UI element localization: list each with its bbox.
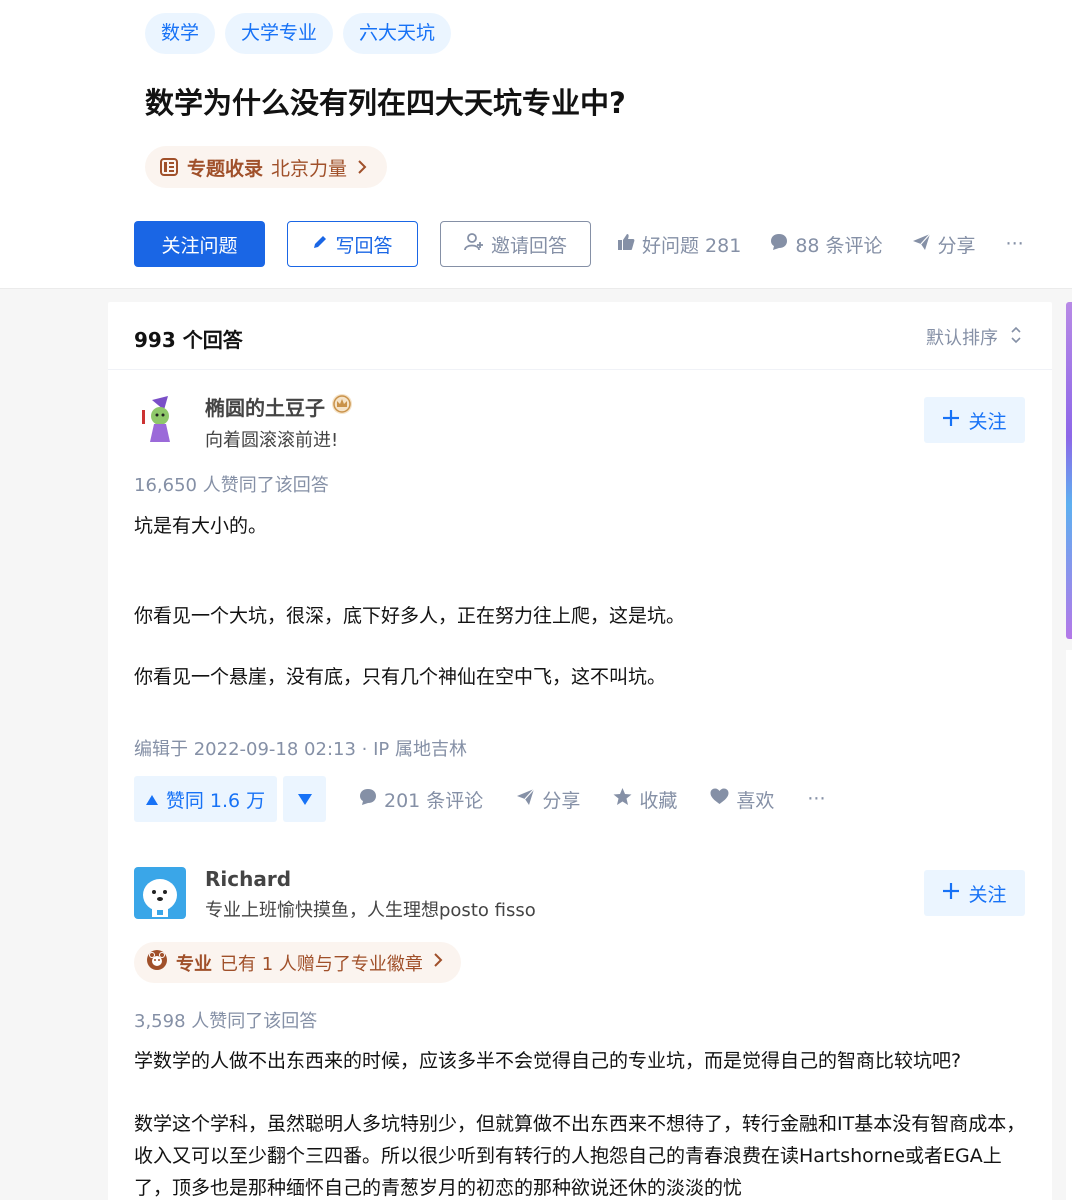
sort-chevron-icon (1010, 326, 1022, 349)
collect-label: 收藏 (639, 789, 678, 812)
answers-card: 993 个回答 默认排序 椭圆的土豆子 向着圆滚滚前进! 关注 16,650 人… (108, 302, 1052, 1200)
answer2-paragraph: 数学这个学科，虽然聪明人多坑特别少，但就算做不出东西来不想待了，转行金融和IT基… (134, 1113, 1026, 1199)
triangle-down-icon (297, 790, 312, 809)
answer1-paragraph: 你看见一个大坑，很深，底下好多人，正在努力往上爬，这是坑。 (134, 605, 686, 627)
follow-author-button[interactable]: 关注 (924, 397, 1025, 443)
follow-label: 关注 (968, 883, 1007, 906)
collection-icon (159, 157, 179, 177)
crown-badge-icon (331, 393, 353, 420)
question-comments-label: 88 条评论 (795, 234, 883, 257)
side-column (1066, 650, 1072, 1200)
write-answer-label: 写回答 (335, 234, 393, 257)
question-title[interactable]: 数学为什么没有列在四大天坑专业中? (145, 80, 626, 122)
author-name[interactable]: 椭圆的土豆子 (205, 392, 325, 421)
more-options-button[interactable]: ··· (1006, 233, 1024, 255)
comments-label: 201 条评论 (384, 789, 484, 812)
answer1-edited-time[interactable]: 编辑于 2022-09-18 02:13 · IP 属地吉林 (134, 735, 467, 761)
plus-icon (942, 409, 960, 432)
tag-list: 数学 大学专业 六大天坑 (145, 13, 452, 54)
side-banner[interactable] (1066, 302, 1072, 639)
topic-label: 专题收录 (187, 157, 264, 180)
bear-badge-icon (146, 949, 168, 976)
avatar[interactable] (134, 867, 186, 919)
answer1-paragraph: 你看见一个悬崖，没有底，只有几个神仙在空中飞，这不叫坑。 (134, 666, 667, 688)
tag-math[interactable]: 数学 (145, 13, 216, 54)
share-label: 分享 (542, 789, 581, 812)
author-bio: 向着圆滚滚前进! (205, 430, 339, 451)
sort-label: 默认排序 (926, 328, 998, 349)
answer1-voters: 16,650 人赞同了该回答 (134, 475, 329, 496)
star-icon (613, 787, 632, 811)
topic-name: 北京力量 (271, 157, 348, 180)
answer-count: 993 个回答 (134, 328, 243, 352)
share-question-label: 分享 (937, 234, 976, 257)
answer2-paragraph: 学数学的人做不出东西来的时候，应该多半不会觉得自己的专业坑，而是觉得自己的智商比… (134, 1050, 962, 1072)
question-actions: 关注问题 写回答 邀请回答 好问题 281 88 条评论 分享 ··· (134, 221, 1024, 267)
author-bio: 专业上班愉快摸鱼，人生理想posto fisso (205, 900, 536, 921)
author-name-row: Richard (205, 867, 536, 891)
upvote-label: 赞同 1.6 万 (165, 789, 266, 812)
heart-icon (710, 788, 729, 810)
pencil-icon (312, 233, 328, 255)
chevron-right-icon (431, 952, 445, 973)
invite-answer-label: 邀请回答 (490, 234, 567, 257)
like-label: 喜欢 (736, 789, 775, 812)
chevron-right-icon (355, 159, 369, 175)
comments-button[interactable]: 201 条评论 (359, 786, 483, 813)
upvote-button[interactable]: 赞同 1.6 万 (134, 776, 277, 822)
collect-button[interactable]: 收藏 (613, 786, 677, 813)
answer1-paragraph: 坑是有大小的。 (134, 515, 268, 537)
triangle-up-icon (145, 788, 158, 810)
sort-dropdown[interactable]: 默认排序 (926, 324, 1022, 350)
answer2-voters: 3,598 人赞同了该回答 (134, 1011, 318, 1032)
avatar[interactable] (134, 392, 186, 444)
tag-six-pits[interactable]: 六大天坑 (343, 13, 452, 54)
answer2-author: Richard 专业上班愉快摸鱼，人生理想posto fisso (134, 867, 536, 922)
tag-university-major[interactable]: 大学专业 (225, 13, 334, 54)
comment-icon (770, 233, 788, 256)
topic-collection-pill[interactable]: 专题收录 北京力量 (145, 146, 388, 188)
answer1-action-bar: 赞同 1.6 万 201 条评论 分享 收藏 喜欢 ··· (134, 776, 825, 822)
share-icon (912, 233, 931, 256)
answer-more-button[interactable]: ··· (807, 788, 825, 810)
like-button[interactable]: 喜欢 (710, 786, 774, 813)
question-header: 数学 大学专业 六大天坑 数学为什么没有列在四大天坑专业中? 专题收录 北京力量… (0, 0, 1072, 289)
share-button[interactable]: 分享 (516, 786, 580, 813)
badge-text: 已有 1 人赠与了专业徽章 (220, 953, 423, 975)
answer1-author: 椭圆的土豆子 向着圆滚滚前进! (134, 392, 353, 452)
downvote-button[interactable] (283, 776, 326, 822)
share-icon (516, 788, 535, 811)
write-answer-button[interactable]: 写回答 (287, 221, 418, 267)
comment-icon (359, 788, 377, 811)
good-question-label: 好问题 281 (642, 234, 742, 257)
plus-icon (942, 882, 960, 905)
professional-badge-pill[interactable]: 专业 已有 1 人赠与了专业徽章 (134, 942, 461, 983)
answers-header: 993 个回答 默认排序 (108, 302, 1052, 370)
good-question-button[interactable]: 好问题 281 (617, 231, 741, 258)
badge-label: 专业 (176, 953, 212, 975)
invite-answer-button[interactable]: 邀请回答 (440, 221, 591, 267)
follow-author-button[interactable]: 关注 (924, 870, 1025, 916)
follow-label: 关注 (968, 410, 1007, 433)
thumbs-up-icon (617, 233, 635, 256)
follow-question-button[interactable]: 关注问题 (134, 221, 265, 267)
author-name[interactable]: Richard (205, 867, 291, 891)
share-question-button[interactable]: 分享 (912, 231, 976, 258)
author-name-row: 椭圆的土豆子 (205, 392, 353, 421)
add-user-icon (464, 232, 484, 256)
question-comments-button[interactable]: 88 条评论 (770, 231, 883, 258)
